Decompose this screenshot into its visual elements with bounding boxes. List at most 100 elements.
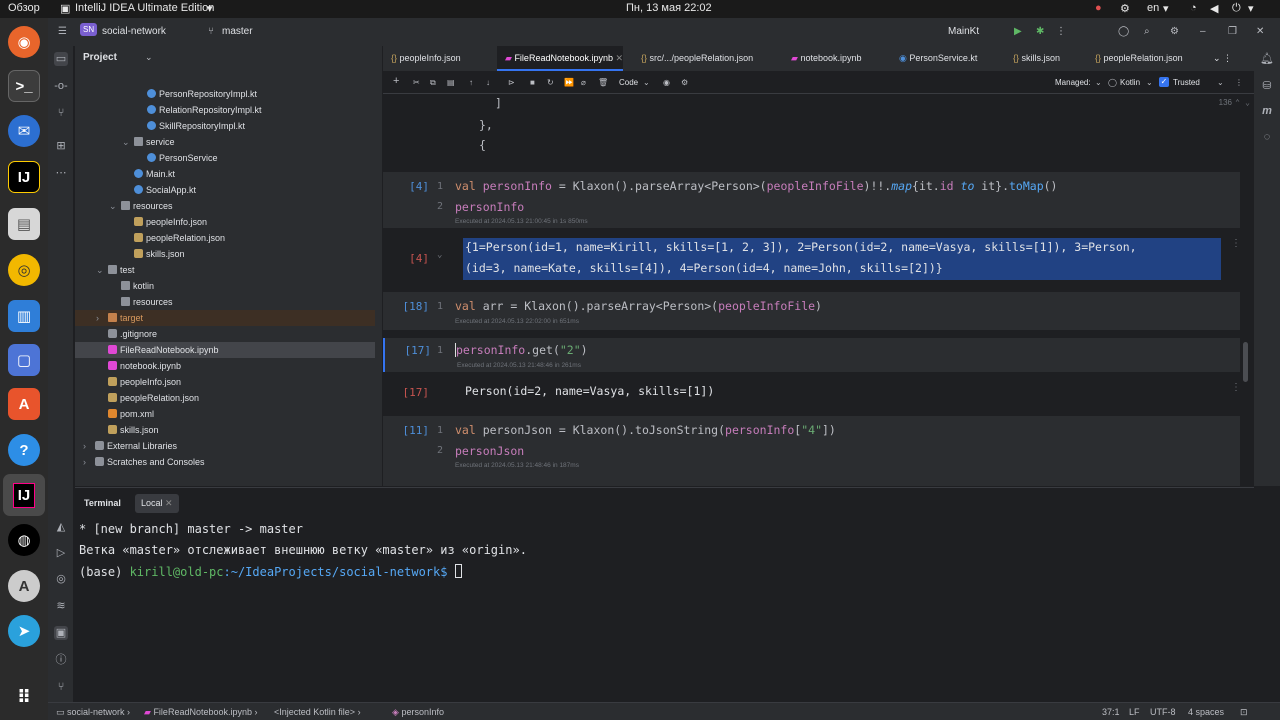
tree-item[interactable]: Main.kt (75, 166, 375, 182)
chevron-down-icon[interactable]: ⌄ (109, 198, 121, 214)
chevron-down-icon[interactable]: ⌄ (122, 134, 134, 150)
tree-item[interactable]: FileReadNotebook.ipynb (75, 342, 375, 358)
pull-requests-icon[interactable]: ⑂ (54, 106, 68, 120)
help-icon[interactable]: ? (8, 434, 40, 466)
chevron-right-icon[interactable]: › (83, 454, 95, 470)
more-icon[interactable]: ⋮ (1056, 26, 1066, 37)
database-icon[interactable]: ⛁ (1260, 79, 1274, 93)
ai-assistant-icon[interactable]: ◌ (1260, 130, 1274, 144)
settings-icon[interactable]: ⚙ (1170, 26, 1179, 37)
network-icon[interactable]: ⚙ (1120, 2, 1130, 15)
intellij-icon[interactable]: IJ (8, 161, 40, 193)
tree-item[interactable]: ⌄ service (75, 134, 375, 150)
intellij-active-icon[interactable]: IJ (3, 474, 45, 516)
notebook-settings-icon[interactable]: ⚙ (681, 78, 688, 87)
project-panel-title[interactable]: Project (83, 52, 117, 63)
rhythmbox-icon[interactable]: ◎ (8, 254, 40, 286)
close-icon[interactable]: ✕ (1256, 26, 1264, 37)
thunderbird-icon[interactable]: ✉ (8, 115, 40, 147)
tabs-overflow-icon[interactable]: ⌄ ⋮ (1209, 46, 1232, 71)
screenshot-icon[interactable]: ▢ (8, 344, 40, 376)
breadcrumb-file[interactable]: ▰ FileReadNotebook.ipynb › (144, 707, 258, 718)
tree-item[interactable]: PersonRepositoryImpl.kt (75, 86, 375, 102)
tree-item[interactable]: kotlin (75, 278, 375, 294)
terminal-title[interactable]: Terminal (84, 498, 121, 508)
tab-peoplerelation-src[interactable]: {} src/.../peopleRelation.json (633, 46, 753, 71)
code-line[interactable]: personInfo (455, 200, 524, 214)
terminal-tab-local[interactable]: Local ✕ (135, 494, 179, 513)
tree-item[interactable]: peopleRelation.json (75, 230, 375, 246)
profile-icon[interactable]: ◯ (1118, 26, 1129, 37)
chevron-down-icon[interactable]: ⌄ (1245, 98, 1250, 107)
writer-icon[interactable]: ▥ (8, 300, 40, 332)
more-icon[interactable]: ⋮ (1235, 78, 1243, 87)
chevron-up-icon[interactable]: ⌃ (1235, 98, 1240, 107)
record-icon[interactable]: ● (1095, 2, 1102, 14)
tree-item[interactable]: resources (75, 294, 375, 310)
chevron-right-icon[interactable]: › (83, 438, 95, 454)
tree-item[interactable]: PersonService (75, 150, 375, 166)
tree-item[interactable]: notebook.ipynb (75, 358, 375, 374)
tree-item[interactable]: › External Libraries (75, 438, 375, 454)
tree-item[interactable]: pom.xml (75, 406, 375, 422)
main-menu-icon[interactable]: ☰ (58, 26, 67, 37)
chevron-down-icon[interactable]: ⌄ (96, 262, 108, 278)
lock-icon[interactable]: ⊡ (1240, 707, 1248, 718)
keyboard-layout[interactable]: en (1147, 2, 1159, 14)
tree-item[interactable]: RelationRepositoryImpl.kt (75, 102, 375, 118)
editor-scrollbar[interactable] (1243, 342, 1248, 382)
tree-item[interactable]: ⌄ test (75, 262, 375, 278)
breadcrumb-project[interactable]: ▭ social-network › (56, 707, 130, 718)
terminal-icon[interactable]: >_ (8, 70, 40, 102)
output-menu-icon[interactable]: ⋮ (1231, 238, 1241, 249)
layers-icon[interactable]: ≋ (54, 599, 68, 613)
problems-icon[interactable]: ⓘ (54, 653, 68, 667)
files-icon[interactable]: ▤ (8, 208, 40, 240)
caret-position[interactable]: 37:1 (1102, 707, 1120, 717)
run-icon[interactable]: ▶ (1014, 26, 1022, 37)
move-down-icon[interactable]: ↓ (486, 78, 490, 87)
code-line[interactable]: personJson (455, 444, 524, 458)
tree-item[interactable]: .gitignore (75, 326, 375, 342)
paste-icon[interactable]: ▤ (447, 78, 455, 87)
clock[interactable]: Пн, 13 мая 22:02 (626, 2, 712, 14)
breadcrumb-injected[interactable]: <Injected Kotlin file> › (274, 707, 361, 717)
tab-peopleinfo-json[interactable]: {} peopleInfo.json (383, 46, 461, 71)
tools-icon[interactable]: ◭ (54, 520, 68, 534)
add-cell-icon[interactable]: + (393, 75, 399, 87)
run-tool-icon[interactable]: ▷ (54, 546, 68, 560)
tree-item[interactable]: skills.json (75, 422, 375, 438)
search-icon[interactable]: ⌕ (1144, 26, 1150, 37)
code-cell[interactable]: [11] 1 2 val personJson = Klaxon().toJso… (383, 416, 1240, 486)
file-encoding[interactable]: UTF-8 (1150, 707, 1176, 717)
tree-item[interactable]: SocialApp.kt (75, 182, 375, 198)
commit-icon[interactable]: -o- (54, 79, 68, 93)
code-cell[interactable]: [18] 1 val arr = Klaxon().parseArray<Per… (383, 292, 1240, 330)
git-icon[interactable]: ⑂ (54, 680, 68, 694)
firefox-icon[interactable]: ◉ (8, 26, 40, 58)
app-menu[interactable]: IntelliJ IDEA Ultimate Edition (75, 2, 214, 14)
obs-icon[interactable]: ◍ (8, 524, 40, 556)
telegram-icon[interactable]: ➤ (8, 615, 40, 647)
close-icon[interactable]: ✕ (165, 498, 173, 508)
terminal-prompt[interactable]: (base) kirill@old-pc:~/IdeaProjects/soci… (79, 564, 462, 579)
code-line[interactable]: val arr = Klaxon().parseArray<Person>(pe… (455, 299, 822, 313)
project-selector[interactable]: social-network (102, 26, 166, 37)
code-line[interactable]: val personJson = Klaxon().toJsonString(p… (455, 423, 836, 437)
collapse-output-icon[interactable]: ⌄ (437, 250, 442, 260)
code-cell[interactable]: [4] 1 2 val personInfo = Klaxon().parseA… (383, 172, 1240, 228)
software-updater-icon[interactable]: A (8, 570, 40, 602)
tree-item[interactable]: peopleRelation.json (75, 390, 375, 406)
tree-item[interactable]: › target (75, 310, 375, 326)
minimize-icon[interactable]: – (1200, 26, 1206, 37)
output-menu-icon[interactable]: ⋮ (1231, 382, 1241, 393)
project-tool-icon[interactable]: ▭ (54, 52, 68, 66)
structure-icon[interactable]: ⊞ (54, 139, 68, 153)
restart-icon[interactable]: ↻ (547, 78, 554, 87)
terminal-tool-icon[interactable]: ▣ (54, 626, 68, 640)
services-icon[interactable]: ◎ (54, 572, 68, 586)
indent-setting[interactable]: 4 spaces (1188, 707, 1224, 717)
tab-skills-json[interactable]: {} skills.json (1005, 46, 1060, 71)
tree-item[interactable]: › Scratches and Consoles (75, 454, 375, 470)
cut-icon[interactable]: ✂ (413, 78, 420, 87)
